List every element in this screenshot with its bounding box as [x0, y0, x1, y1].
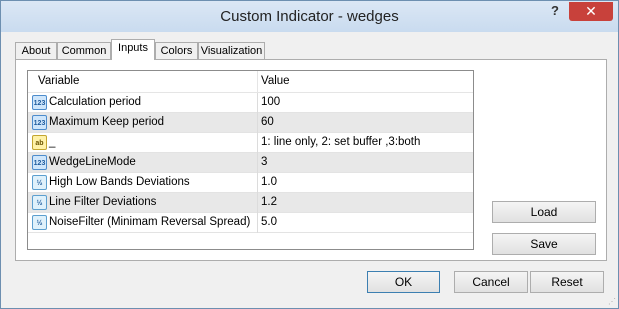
column-header-value[interactable]: Value	[261, 75, 290, 87]
variable-value[interactable]: 5.0	[261, 216, 277, 228]
string-icon: ab	[32, 135, 47, 150]
ok-button[interactable]: OK	[367, 271, 440, 293]
resize-grip-icon[interactable]: ⋰	[608, 297, 616, 306]
double-icon: ½	[32, 195, 47, 210]
column-header-variable[interactable]: Variable	[38, 75, 79, 87]
variable-name: Line Filter Deviations	[49, 196, 157, 208]
variable-name: _	[49, 136, 56, 148]
table-row[interactable]: 123 Maximum Keep period 60	[28, 113, 473, 133]
variable-name: Maximum Keep period	[49, 116, 165, 128]
variable-value[interactable]: 3	[261, 156, 267, 168]
variable-value[interactable]: 1.2	[261, 196, 277, 208]
table-row[interactable]: 123 WedgeLineMode 3	[28, 153, 473, 173]
table-row[interactable]: ½ High Low Bands Deviations 1.0	[28, 173, 473, 193]
table-row[interactable]: ab _ 1: line only, 2: set buffer ,3:both	[28, 133, 473, 153]
tab-colors[interactable]: Colors	[155, 42, 198, 59]
variable-value[interactable]: 1.0	[261, 176, 277, 188]
double-icon: ½	[32, 175, 47, 190]
inputs-panel: Variable Value 123 Calculation period 10…	[15, 59, 607, 261]
load-button[interactable]: Load	[492, 201, 596, 223]
table-row[interactable]: 123 Calculation period 100	[28, 93, 473, 113]
reset-button[interactable]: Reset	[530, 271, 604, 293]
variable-name: NoiseFilter (Minimam Reversal Spread)	[49, 216, 251, 228]
table-row[interactable]: ½ NoiseFilter (Minimam Reversal Spread) …	[28, 213, 473, 233]
grid-header: Variable Value	[28, 71, 473, 93]
tab-about[interactable]: About	[15, 42, 57, 59]
inputs-grid: Variable Value 123 Calculation period 10…	[27, 70, 474, 250]
variable-name: Calculation period	[49, 96, 142, 108]
title-bar: Custom Indicator - wedges ? ✕	[1, 1, 618, 32]
close-button[interactable]: ✕	[569, 2, 613, 21]
variable-value[interactable]: 100	[261, 96, 280, 108]
cancel-button[interactable]: Cancel	[454, 271, 528, 293]
variable-value[interactable]: 60	[261, 116, 274, 128]
tab-common[interactable]: Common	[57, 42, 111, 59]
dialog-window: Custom Indicator - wedges ? ✕ About Comm…	[0, 0, 619, 309]
table-row[interactable]: ½ Line Filter Deviations 1.2	[28, 193, 473, 213]
int-icon: 123	[32, 95, 47, 110]
variable-value[interactable]: 1: line only, 2: set buffer ,3:both	[261, 136, 420, 148]
variable-name: High Low Bands Deviations	[49, 176, 190, 188]
tab-visualization[interactable]: Visualization	[198, 42, 265, 59]
int-icon: 123	[32, 155, 47, 170]
variable-name: WedgeLineMode	[49, 156, 136, 168]
int-icon: 123	[32, 115, 47, 130]
help-button[interactable]: ?	[546, 3, 564, 21]
double-icon: ½	[32, 215, 47, 230]
tab-inputs[interactable]: Inputs	[111, 39, 155, 60]
window-title: Custom Indicator - wedges	[220, 8, 399, 25]
save-button[interactable]: Save	[492, 233, 596, 255]
